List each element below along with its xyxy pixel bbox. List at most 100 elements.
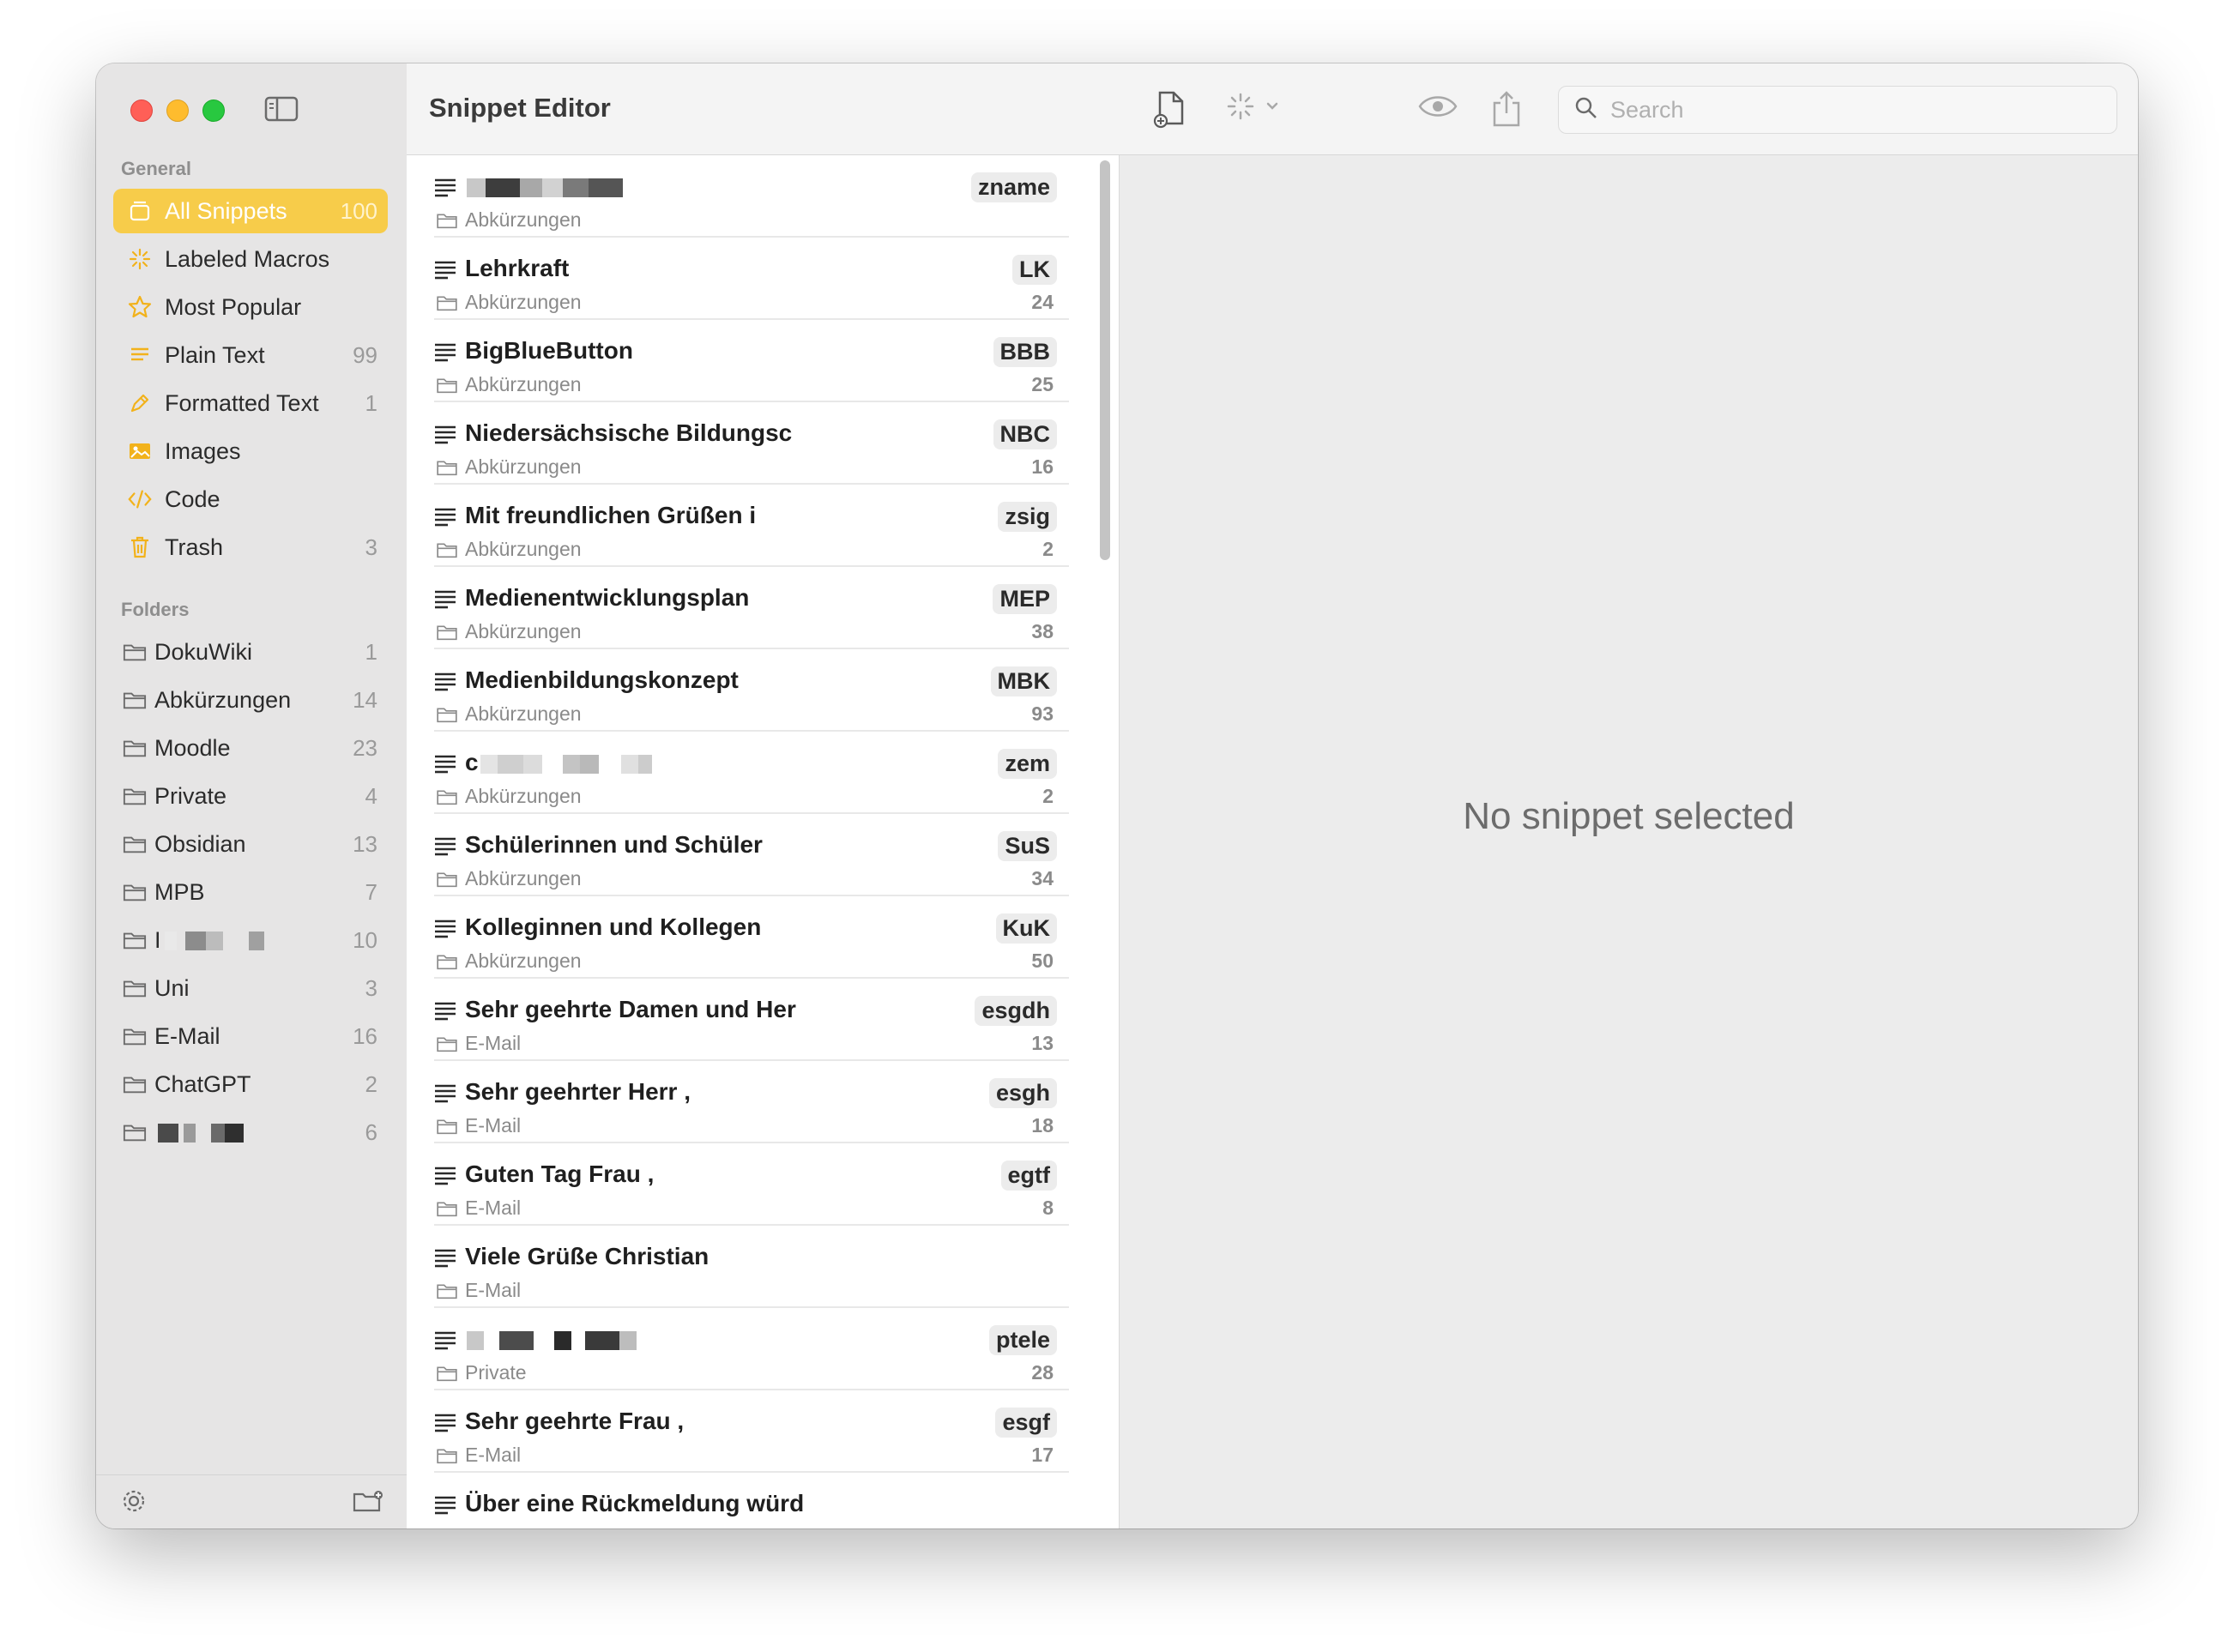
folder-icon <box>122 831 148 857</box>
snippet-folder: Private <box>465 1361 527 1384</box>
snippet-row[interactable]: BigBlueButton BBB Abkürzungen 25 <box>434 320 1069 402</box>
folder-item[interactable]: Uni 3 <box>113 966 388 1010</box>
snippet-row[interactable]: zname Abkürzungen <box>434 155 1069 238</box>
snippet-row[interactable]: ptele Private 28 <box>434 1308 1069 1390</box>
snippet-folder: Abkürzungen <box>465 702 582 725</box>
folder-item[interactable]: Private 4 <box>113 774 388 818</box>
snippet-name-text: Sehr geehrter Herr , <box>465 1078 691 1105</box>
snippet-name: Über eine Rückmeldung würd <box>465 1490 804 1517</box>
snippet-row[interactable]: c zem Abkürzungen 2 <box>434 732 1069 814</box>
snippet-row[interactable]: Über eine Rückmeldung würd <box>434 1473 1069 1528</box>
folder-item[interactable]: ChatGPT 2 <box>113 1062 388 1106</box>
folder-icon <box>122 1023 148 1049</box>
sidebar-item-trash[interactable]: Trash 3 <box>113 525 388 570</box>
text-lines-icon <box>434 178 456 202</box>
preview-eye-icon[interactable] <box>1417 89 1458 124</box>
folder-label: E-Mail <box>154 1022 220 1049</box>
snippet-use-count: 13 <box>1031 1032 1054 1054</box>
settings-gear-icon[interactable] <box>120 1487 148 1519</box>
folder-item[interactable]: E-Mail 16 <box>113 1014 388 1058</box>
text-lines-icon <box>434 589 456 614</box>
sidebar-item-plain-text[interactable]: Plain Text 99 <box>113 333 388 377</box>
snippet-abbreviation: MBK <box>990 666 1057 696</box>
snippet-name: Sehr geehrte Frau , <box>465 1408 684 1435</box>
snippet-row[interactable]: Mit freundlichen Grüßen i zsig Abkürzunge… <box>434 485 1069 567</box>
folder-item[interactable]: 6 <box>113 1110 388 1155</box>
folder-count: 13 <box>353 830 377 857</box>
snippet-row[interactable]: Kolleginnen und Kollegen KuK Abkürzungen 5… <box>434 896 1069 979</box>
trash-icon <box>127 534 153 560</box>
sidebar-toggle-icon[interactable] <box>264 96 299 126</box>
snippet-use-count: 17 <box>1031 1444 1054 1466</box>
snippet-folder: Abkürzungen <box>465 950 582 972</box>
snippet-folder: Abkürzungen <box>465 620 582 642</box>
new-snippet-icon[interactable] <box>1153 89 1187 129</box>
snippet-use-count: 18 <box>1031 1114 1054 1137</box>
snippet-abbreviation: KuK <box>995 913 1057 944</box>
folder-icon <box>122 1071 148 1097</box>
snippet-row[interactable]: Niedersächsische Bildungsc NBC Abkürzunge… <box>434 402 1069 485</box>
macro-sparkle-icon[interactable] <box>1223 89 1285 124</box>
snippet-row[interactable]: Sehr geehrte Frau , esgf E-Mail 17 <box>434 1390 1069 1473</box>
sidebar-item-images[interactable]: Images <box>113 429 388 473</box>
snippet-name: c <box>465 749 652 776</box>
folder-icon <box>122 735 148 761</box>
sidebar-item-most-popular[interactable]: Most Popular <box>113 285 388 329</box>
snippet-use-count: 38 <box>1031 620 1054 642</box>
sidebar-item-all-snippets[interactable]: All Snippets 100 <box>113 189 388 233</box>
folder-label: Obsidian <box>154 830 246 857</box>
snippet-row[interactable]: Sehr geehrte Damen und Her esgdh E-Mail 13 <box>434 979 1069 1061</box>
snippet-name: Lehrkraft <box>465 255 569 282</box>
snippet-name: BigBlueButton <box>465 337 633 365</box>
sidebar-item-count: 3 <box>365 534 377 560</box>
folder-label: Uni <box>154 974 190 1001</box>
sidebar-item-label: Formatted Text <box>165 389 319 416</box>
new-folder-icon[interactable] <box>352 1487 384 1519</box>
text-lines-icon <box>434 1248 456 1273</box>
search-field[interactable] <box>1558 86 2117 134</box>
folder-item[interactable]: MPB 7 <box>113 870 388 914</box>
snippet-row[interactable]: Schülerinnen und Schüler SuS Abkürzungen 3… <box>434 814 1069 896</box>
snippet-row[interactable]: Medienentwicklungsplan MEP Abkürzungen 38 <box>434 567 1069 649</box>
minimize-window-button[interactable] <box>166 99 189 122</box>
snippet-folder: E-Mail <box>465 1444 522 1466</box>
snippet-row[interactable]: Lehrkraft LK Abkürzungen 24 <box>434 238 1069 320</box>
folder-icon <box>122 639 148 665</box>
text-lines-icon <box>434 342 456 367</box>
snippet-name-text: Kolleginnen und Kollegen <box>465 913 762 940</box>
zoom-window-button[interactable] <box>202 99 225 122</box>
folder-icon <box>436 1200 458 1221</box>
sidebar-item-labeled-macros[interactable]: Labeled Macros <box>113 237 388 281</box>
close-window-button[interactable] <box>130 99 153 122</box>
folder-item[interactable]: Abkürzungen 14 <box>113 678 388 722</box>
folder-icon <box>436 377 458 398</box>
list-scrollbar[interactable] <box>1100 160 1110 560</box>
snippet-abbreviation: MEP <box>993 584 1057 614</box>
search-input[interactable] <box>1609 95 2116 124</box>
folder-icon <box>436 871 458 892</box>
sidebar-item-code[interactable]: Code <box>113 477 388 522</box>
snippet-row[interactable]: Sehr geehrter Herr , esgh E-Mail 18 <box>434 1061 1069 1143</box>
folder-item[interactable]: DokuWiki 1 <box>113 630 388 674</box>
snippet-row[interactable]: Viele Grüße Christian E-Mail <box>434 1226 1069 1308</box>
folder-item[interactable]: Moodle 23 <box>113 726 388 770</box>
sidebar-item-formatted-text[interactable]: Formatted Text 1 <box>113 381 388 425</box>
folder-count: 16 <box>353 1022 377 1049</box>
folder-label: Private <box>154 782 227 809</box>
toolbar: Snippet Editor <box>407 63 2138 155</box>
folder-item[interactable]: Obsidian 13 <box>113 822 388 866</box>
text-lines-icon <box>434 1083 456 1108</box>
snippet-folder: Abkürzungen <box>465 867 582 889</box>
snippet-list[interactable]: zname Abkürzungen Lehrkraft LK Abkürzunge… <box>407 155 1120 1528</box>
folder-icon <box>122 927 148 953</box>
snippet-use-count: 24 <box>1031 291 1054 313</box>
snippet-row[interactable]: Guten Tag Frau , egtf E-Mail 8 <box>434 1143 1069 1226</box>
folder-item[interactable]: I 10 <box>113 918 388 962</box>
folder-icon <box>436 1365 458 1386</box>
share-icon[interactable] <box>1489 89 1524 129</box>
snippet-use-count: 28 <box>1031 1361 1054 1384</box>
snippet-row[interactable]: Medienbildungskonzept MBK Abkürzungen 93 <box>434 649 1069 732</box>
snippet-name-text: BigBlueButton <box>465 337 633 364</box>
folder-label: MPB <box>154 878 205 905</box>
snippet-abbreviation: esgdh <box>975 996 1057 1026</box>
